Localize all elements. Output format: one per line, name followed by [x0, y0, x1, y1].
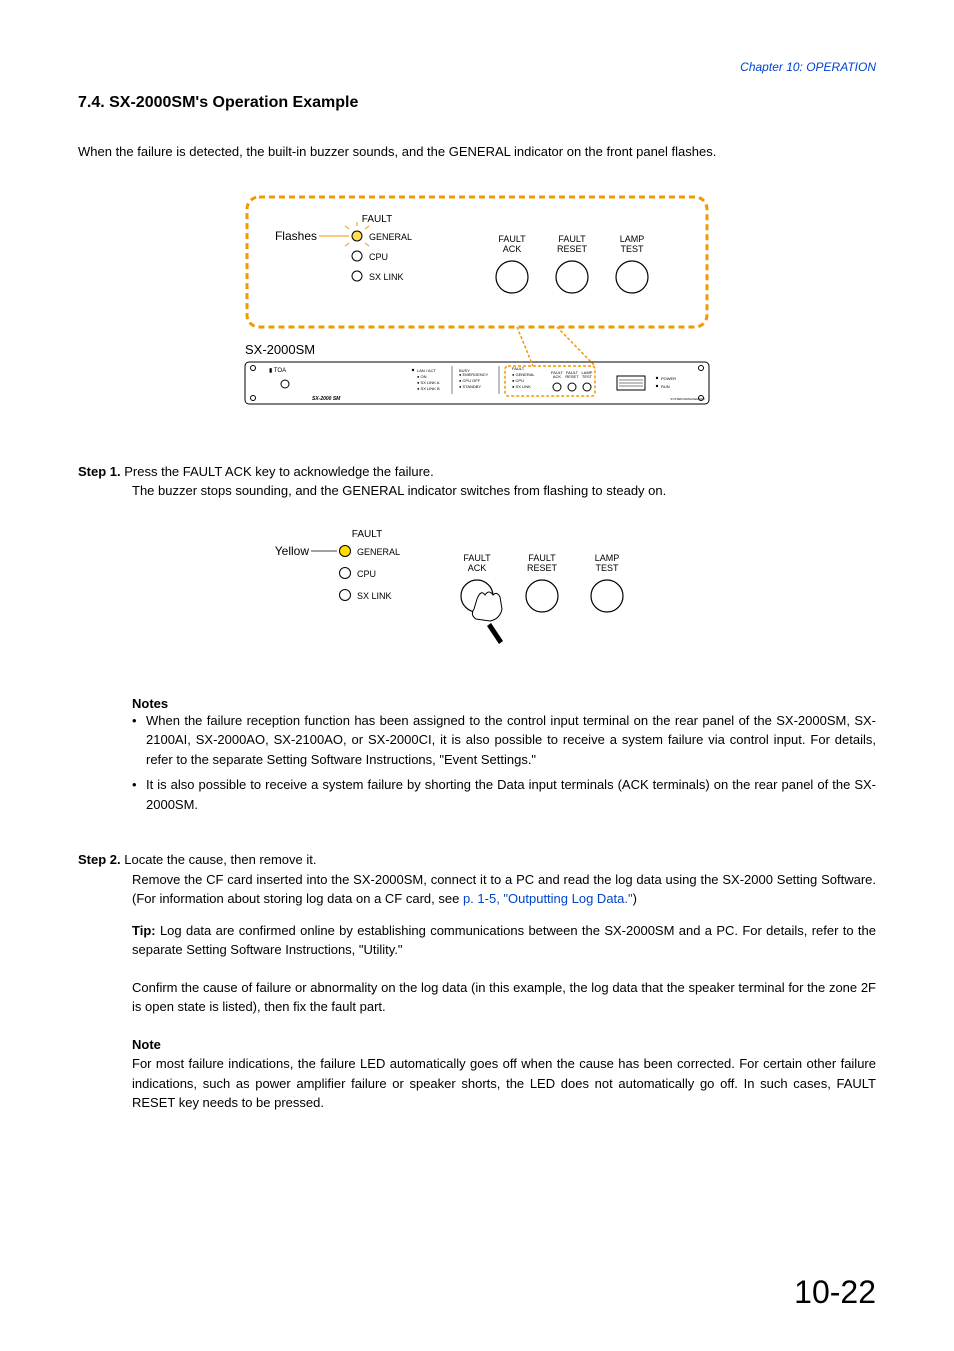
fault-ack-button[interactable]: FAULT ACK — [496, 234, 528, 293]
svg-text:POWER: POWER — [661, 376, 676, 381]
general-led-steady-icon — [340, 545, 351, 556]
step-2-line1: Locate the cause, then remove it. — [124, 852, 316, 867]
flashes-label: Flashes — [275, 229, 317, 243]
sxlink-label: SX LINK — [369, 272, 404, 282]
cpu-label-2: CPU — [357, 569, 376, 579]
svg-text:LAMP: LAMP — [620, 234, 645, 244]
svg-text:FAULT: FAULT — [498, 234, 526, 244]
cpu-label: CPU — [369, 252, 388, 262]
svg-text:RUN: RUN — [661, 384, 670, 389]
svg-text:▮ TOA: ▮ TOA — [269, 368, 286, 374]
note-item-1: When the failure reception function has … — [146, 711, 876, 770]
figure-1: FAULT Flashes GENERAL CPU SX LINK FAULT … — [78, 192, 876, 422]
lamp-test-button[interactable]: LAMP TEST — [616, 234, 648, 293]
step-2-note-heading: Note — [132, 1035, 876, 1055]
chapter-link[interactable]: Chapter 10: OPERATION — [78, 60, 876, 74]
svg-text:● SX LINK A: ● SX LINK A — [417, 380, 440, 385]
fault-label: FAULT — [362, 214, 392, 225]
notes-list: •When the failure reception function has… — [132, 711, 876, 815]
svg-text:● CPU: ● CPU — [512, 378, 524, 383]
step-2-label: Step 2. — [78, 852, 121, 867]
step-1-label: Step 1. — [78, 464, 121, 479]
svg-text:TEST: TEST — [595, 563, 619, 573]
log-data-link[interactable]: p. 1-5, "Outputting Log Data." — [463, 891, 633, 906]
sxlink-led-icon — [352, 271, 362, 281]
svg-text:FAULT: FAULT — [463, 553, 491, 563]
svg-text:FAULT: FAULT — [528, 553, 556, 563]
step-2: Step 2. Locate the cause, then remove it… — [78, 850, 876, 1113]
svg-text:LAN / ACT: LAN / ACT — [417, 368, 436, 373]
svg-text:LAMP: LAMP — [595, 553, 620, 563]
cpu-led-icon — [352, 251, 362, 261]
general-label-2: GENERAL — [357, 547, 400, 557]
svg-text:RESET: RESET — [527, 563, 558, 573]
sxlink-label-2: SX LINK — [357, 591, 392, 601]
section-title: 7.4. SX-2000SM's Operation Example — [78, 94, 876, 112]
fault-label-2: FAULT — [352, 529, 382, 540]
fault-reset-button[interactable]: FAULT RESET — [556, 234, 588, 293]
svg-text:SX-2000 SM: SX-2000 SM — [312, 396, 341, 402]
svg-text:● STANDBY: ● STANDBY — [459, 384, 481, 389]
step-2-note-body: For most failure indications, the failur… — [132, 1054, 876, 1113]
fault-reset-button-2[interactable]: FAULT RESET — [526, 553, 558, 612]
cpu-led-2-icon — [340, 567, 351, 578]
yellow-label: Yellow — [275, 544, 310, 558]
general-led-icon — [345, 222, 369, 246]
svg-text:TEST: TEST — [620, 244, 644, 254]
svg-text:ACK: ACK — [468, 563, 487, 573]
figure-2: FAULT Yellow GENERAL CPU SX LINK FAULT A… — [78, 521, 876, 656]
general-label: GENERAL — [369, 232, 412, 242]
tip-label: Tip: — [132, 923, 156, 938]
svg-text:FAULT: FAULT — [558, 234, 586, 244]
tip-body-inline: Log data are confirmed online by establi… — [132, 923, 876, 958]
step-2-line2b: ) — [633, 891, 637, 906]
device-panel-icon: ▮ TOA SX-2000 SM LAN / ACT ● ON ● SX LIN… — [245, 327, 709, 404]
note-item-2: It is also possible to receive a system … — [146, 775, 876, 814]
page-number: 10-22 — [794, 1274, 876, 1311]
svg-text:● GENERAL: ● GENERAL — [512, 372, 535, 377]
step-1-line2: The buzzer stops sounding, and the GENER… — [132, 481, 876, 501]
svg-text:RESET: RESET — [565, 374, 579, 379]
svg-text:● SX LINK B: ● SX LINK B — [417, 386, 440, 391]
svg-text:SYSTEM MANAGEMENT: SYSTEM MANAGEMENT — [670, 397, 705, 401]
step-1: Step 1. Press the FAULT ACK key to ackno… — [78, 462, 876, 501]
svg-text:● CPU OFF: ● CPU OFF — [459, 378, 481, 383]
lamp-test-button-2[interactable]: LAMP TEST — [591, 553, 623, 612]
svg-text:ACK: ACK — [553, 374, 562, 379]
sxlink-led-2-icon — [340, 589, 351, 600]
svg-text:RESET: RESET — [557, 244, 588, 254]
svg-text:● SX LINK: ● SX LINK — [512, 384, 531, 389]
svg-text:TEST: TEST — [582, 374, 593, 379]
intro-paragraph: When the failure is detected, the built-… — [78, 142, 876, 162]
svg-text:● EMERGENCY: ● EMERGENCY — [459, 372, 489, 377]
step-1-line1: Press the FAULT ACK key to acknowledge t… — [124, 464, 434, 479]
svg-text:● ON: ● ON — [417, 374, 427, 379]
hand-pointer-icon — [472, 592, 503, 644]
notes-heading: Notes — [132, 696, 876, 711]
step-2-confirm: Confirm the cause of failure or abnormal… — [132, 978, 876, 1017]
device-label: SX-2000SM — [245, 342, 315, 357]
svg-text:ACK: ACK — [503, 244, 522, 254]
